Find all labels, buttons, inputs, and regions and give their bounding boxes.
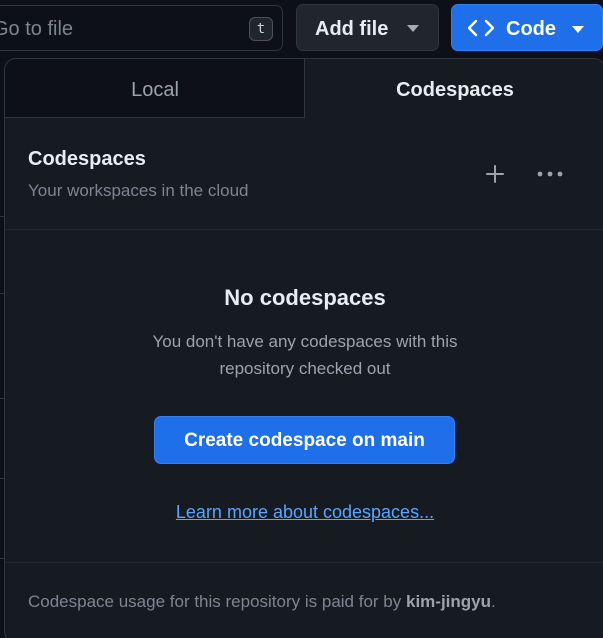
billing-footer: Codespace usage for this repository is p… — [28, 592, 496, 612]
add-file-button[interactable]: Add file — [296, 4, 439, 51]
empty-state-title: No codespaces — [224, 285, 386, 310]
section-divider — [5, 229, 603, 230]
chevron-down-icon — [407, 25, 419, 32]
repository-page: Go to file t Add file Code Local Codespa… — [0, 0, 603, 638]
clone-tabs: Local Codespaces — [5, 59, 603, 119]
empty-state-description: You don't have any codespaces with this … — [152, 332, 458, 378]
add-file-label: Add file — [315, 18, 389, 40]
go-to-file-placeholder: Go to file — [0, 18, 74, 40]
codespaces-subheading: Your workspaces in the cloud — [28, 181, 249, 200]
plus-icon[interactable] — [483, 162, 507, 186]
code-button[interactable]: Code — [451, 4, 603, 51]
kebab-horizontal-icon[interactable] — [535, 162, 565, 186]
footer-divider — [5, 562, 603, 563]
tab-local[interactable]: Local — [5, 59, 305, 118]
learn-more-link[interactable]: Learn more about codespaces... — [5, 502, 603, 523]
tab-codespaces-label: Codespaces — [396, 79, 514, 101]
create-codespace-label: Create codespace on main — [184, 430, 425, 451]
billing-owner: kim-jingyu — [405, 592, 491, 611]
billing-footer-suffix: . — [491, 592, 496, 611]
code-dropdown-panel: Local Codespaces Codespaces Your workspa… — [4, 58, 603, 638]
go-to-file-input[interactable]: Go to file t — [0, 5, 283, 51]
codespaces-heading: Codespaces — [28, 148, 146, 170]
chevron-down-icon — [572, 26, 584, 33]
code-brackets-icon — [468, 19, 494, 37]
tab-local-label: Local — [131, 79, 179, 101]
create-codespace-button[interactable]: Create codespace on main — [154, 416, 455, 464]
tab-codespaces[interactable]: Codespaces — [305, 59, 603, 118]
code-button-label: Code — [506, 18, 556, 40]
keyboard-shortcut-hint: t — [249, 17, 273, 41]
billing-footer-text: Codespace usage for this repository is p… — [28, 592, 406, 611]
